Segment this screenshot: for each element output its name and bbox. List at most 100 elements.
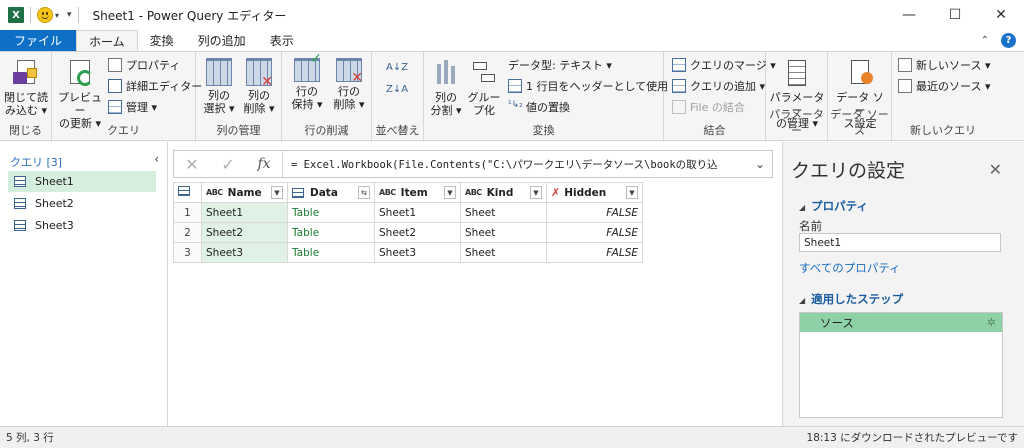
divider: [30, 7, 31, 23]
tab-file[interactable]: ファイル: [0, 30, 77, 51]
filter-dropdown-icon[interactable]: ▼: [626, 186, 638, 199]
group-transform: 列の 分割 ▾ グルー プ化 データ型: テキスト ▾ 1 行目をヘッダーとして…: [424, 52, 677, 142]
table-icon: [14, 220, 26, 231]
query-item-sheet2[interactable]: Sheet2: [8, 193, 156, 214]
cell-hidden[interactable]: FALSE: [546, 242, 643, 263]
cell-kind[interactable]: Sheet: [460, 222, 547, 243]
cell-hidden[interactable]: FALSE: [546, 202, 643, 223]
cell-data-link[interactable]: Table: [287, 202, 375, 223]
properties-button[interactable]: プロパティ: [108, 56, 180, 74]
filter-dropdown-icon[interactable]: ▼: [271, 186, 283, 199]
remove-rows-button[interactable]: 行の 削除 ▾: [330, 58, 368, 111]
column-header-data[interactable]: Data ⇆: [287, 182, 375, 203]
cell-kind[interactable]: Sheet: [460, 202, 547, 223]
close-and-load-button[interactable]: 閉じて読 み込む ▾: [4, 58, 48, 117]
refresh-preview-button[interactable]: プレビュー の更新 ▾: [56, 58, 104, 130]
group-label-reduce-rows: 行の削減: [304, 124, 349, 137]
cell-kind[interactable]: Sheet: [460, 242, 547, 263]
group-new-query: 新しいソース ▾ 最近のソース ▾ 新しいクエリ: [892, 52, 994, 142]
close-settings-button[interactable]: ✕: [989, 160, 1002, 179]
cell-item[interactable]: Sheet2: [374, 222, 461, 243]
minimize-button[interactable]: —: [886, 0, 932, 30]
sort-ascending-button[interactable]: A↓Z: [386, 58, 408, 76]
choose-columns-button[interactable]: 列の 選択 ▾: [200, 58, 238, 115]
applied-steps-section-header[interactable]: ◢ 適用したステップ: [799, 291, 903, 307]
table-row[interactable]: 3 Sheet3 Table Sheet3 Sheet FALSE: [173, 242, 643, 263]
applied-steps-list: ソース ✲: [799, 312, 1003, 418]
group-manage-columns: 列の 選択 ▾ 列の 削除 ▾ 列の管理: [196, 52, 282, 142]
excel-app-icon[interactable]: X: [8, 7, 24, 23]
column-header-kind[interactable]: ABC Kind ▼: [460, 182, 547, 203]
tab-view[interactable]: 表示: [258, 30, 306, 51]
filter-dropdown-icon[interactable]: ▼: [530, 186, 542, 199]
cell-item[interactable]: Sheet1: [374, 202, 461, 223]
choose-columns-label-1: 列の: [208, 89, 230, 102]
applied-step-source[interactable]: ソース ✲: [800, 313, 1002, 332]
chevron-down-icon[interactable]: ▾: [55, 11, 59, 20]
tab-add-column[interactable]: 列の追加: [186, 30, 258, 51]
table-row[interactable]: 1 Sheet1 Table Sheet1 Sheet FALSE: [173, 202, 643, 223]
collapse-queries-icon[interactable]: ‹: [154, 152, 159, 166]
manage-button[interactable]: 管理 ▾: [108, 98, 157, 116]
expand-column-icon[interactable]: ⇆: [358, 186, 370, 199]
replace-values-button[interactable]: ¹↳₂ 値の置換: [508, 98, 570, 116]
table-corner-menu[interactable]: [173, 182, 202, 203]
cell-data-link[interactable]: Table: [287, 242, 375, 263]
column-header-item[interactable]: ABC Item ▼: [374, 182, 461, 203]
remove-rows-label-2: 削除 ▾: [333, 98, 365, 111]
gear-icon[interactable]: ✲: [987, 316, 996, 329]
refresh-icon: [65, 58, 95, 88]
customize-quick-access-icon[interactable]: ▾: [67, 11, 72, 20]
filter-dropdown-icon[interactable]: ▼: [444, 186, 456, 199]
tab-home[interactable]: ホーム: [76, 30, 138, 52]
header-row-icon: [508, 79, 522, 93]
help-icon[interactable]: ?: [1001, 33, 1016, 48]
close-window-button[interactable]: ✕: [978, 0, 1024, 30]
cell-data-link[interactable]: Table: [287, 222, 375, 243]
cell-item[interactable]: Sheet3: [374, 242, 461, 263]
merge-queries-button[interactable]: クエリのマージ ▾: [672, 56, 776, 74]
data-type-dropdown[interactable]: データ型: テキスト ▾: [508, 56, 612, 74]
sort-descending-button[interactable]: Z↓A: [386, 80, 408, 98]
new-source-button[interactable]: 新しいソース ▾: [898, 56, 990, 74]
split-column-button[interactable]: 列の 分割 ▾: [428, 58, 464, 117]
column-header-hidden[interactable]: ✗ Hidden ▼: [546, 182, 643, 203]
group-query: プレビュー の更新 ▾ プロパティ 詳細エディター 管理 ▾ クエリ: [52, 52, 202, 142]
keep-rows-button[interactable]: 行の 保持 ▾: [288, 53, 326, 111]
expand-formula-icon[interactable]: ⌄: [748, 157, 772, 171]
maximize-button[interactable]: ☐: [932, 0, 978, 30]
properties-header-label: プロパティ: [811, 199, 868, 213]
group-close: 閉じて読 み込む ▾ 閉じる: [0, 52, 52, 142]
cell-name[interactable]: Sheet2: [201, 222, 288, 243]
column-header-name[interactable]: ABC Name ▼: [201, 182, 288, 203]
cell-hidden[interactable]: FALSE: [546, 222, 643, 243]
group-data-source: データ ソー ス設定 データ ソース: [828, 52, 892, 142]
append-queries-button[interactable]: クエリの追加 ▾: [672, 77, 765, 95]
formula-input[interactable]: = Excel.Workbook(File.Contents("C:\パワークエ…: [291, 157, 748, 172]
append-queries-icon: [672, 79, 686, 93]
column-header-label: Hidden: [564, 186, 607, 199]
properties-section-header[interactable]: ◢ プロパティ: [799, 198, 868, 214]
tab-transform[interactable]: 変換: [138, 30, 186, 51]
properties-label: プロパティ: [126, 59, 181, 72]
query-item-sheet3[interactable]: Sheet3: [8, 215, 156, 236]
remove-columns-button[interactable]: 列の 削除 ▾: [240, 58, 278, 115]
collapse-ribbon-icon[interactable]: ⌃: [981, 35, 989, 46]
cell-name[interactable]: Sheet1: [201, 202, 288, 223]
query-name-input[interactable]: Sheet1: [799, 233, 1001, 252]
advanced-editor-button[interactable]: 詳細エディター: [108, 77, 202, 95]
remove-columns-icon: [246, 58, 273, 89]
cancel-formula-button[interactable]: ✕: [174, 155, 210, 174]
query-item-sheet1[interactable]: Sheet1: [8, 171, 156, 192]
cell-name[interactable]: Sheet3: [201, 242, 288, 263]
fx-icon[interactable]: fx: [246, 156, 282, 172]
use-first-row-as-headers-button[interactable]: 1 行目をヘッダーとして使用 ▾: [508, 77, 677, 95]
confirm-formula-button[interactable]: ✓: [210, 155, 246, 174]
all-properties-link[interactable]: すべてのプロパティ: [799, 260, 901, 276]
group-label-new-query: 新しいクエリ: [910, 124, 976, 137]
smiley-feedback-icon[interactable]: [37, 7, 53, 23]
remove-columns-label-1: 列の: [248, 89, 270, 102]
recent-sources-button[interactable]: 最近のソース ▾: [898, 77, 990, 95]
group-by-button[interactable]: グルー プ化: [466, 58, 502, 117]
table-row[interactable]: 2 Sheet2 Table Sheet2 Sheet FALSE: [173, 222, 643, 243]
